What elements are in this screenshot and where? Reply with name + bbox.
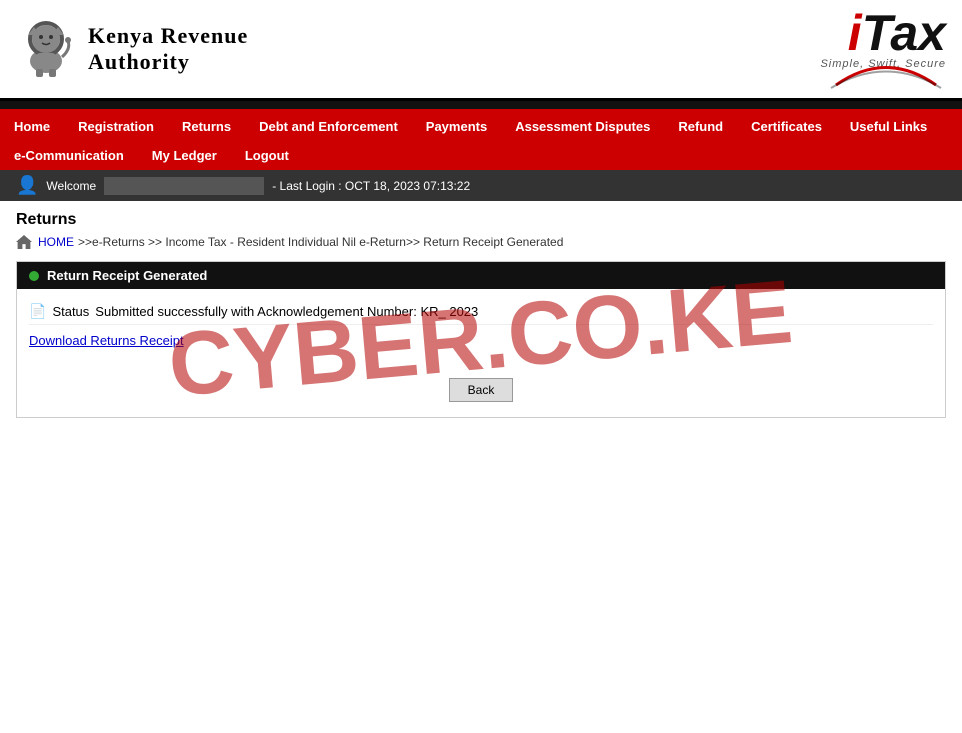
success-row: 📄 Status Submitted successfully with Ack… [29,299,933,325]
receipt-box: CYBER.CO.KE Return Receipt Generated 📄 S… [16,261,946,418]
nav-debt[interactable]: Debt and Enforcement [245,112,412,141]
back-button-row: Back [17,378,945,402]
welcome-prefix: Welcome [46,179,96,193]
nav-assessment[interactable]: Assessment Disputes [501,112,664,141]
nav-ledger[interactable]: My Ledger [138,141,231,170]
itax-i: i [848,5,862,61]
download-receipt-link[interactable]: Download Returns Receipt [29,333,933,348]
kra-lion-icon [16,19,76,79]
nav-payments[interactable]: Payments [412,112,501,141]
content-area: Returns HOME >>e-Returns >> Income Tax -… [0,201,962,428]
nav-useful-links[interactable]: Useful Links [836,112,941,141]
nav-returns[interactable]: Returns [168,112,245,141]
nav-row-2: e-Communication My Ledger Logout [0,141,303,170]
nav-certificates[interactable]: Certificates [737,112,836,141]
nav-row-1: Home Registration Returns Debt and Enfor… [0,112,941,141]
breadcrumb: HOME >>e-Returns >> Income Tax - Residen… [16,235,946,249]
box-header-label: Return Receipt Generated [47,268,207,283]
nav-home[interactable]: Home [0,112,64,141]
itax-logo: iTax Simple, Swift, Secure [820,8,946,90]
breadcrumb-path: >>e-Returns >> Income Tax - Resident Ind… [78,235,563,249]
green-dot-icon [29,271,39,281]
breadcrumb-home[interactable]: HOME [38,235,74,249]
user-icon: 👤 [16,175,38,196]
itax-arc-decoration [826,60,946,90]
kra-title: Kenya Revenue Authority [88,23,248,76]
page-title: Returns [16,211,946,229]
success-label: Status [52,304,89,319]
back-button[interactable]: Back [449,378,514,402]
box-content: 📄 Status Submitted successfully with Ack… [17,289,945,366]
page-header: Kenya Revenue Authority iTax Simple, Swi… [0,0,962,101]
itax-tax: Tax [862,5,946,61]
success-message: Submitted successfully with Acknowledgem… [95,304,478,319]
home-icon [16,235,32,249]
nav-refund[interactable]: Refund [664,112,737,141]
last-login-text: - Last Login : OCT 18, 2023 07:13:22 [272,179,470,193]
nav-logout[interactable]: Logout [231,141,303,170]
username-field[interactable] [104,177,264,195]
status-icon: 📄 [29,303,46,320]
welcome-bar: 👤 Welcome - Last Login : OCT 18, 2023 07… [0,170,962,201]
black-divider [0,101,962,109]
box-header: Return Receipt Generated [17,262,945,289]
itax-brand: iTax [848,8,946,58]
nav-bar: Home Registration Returns Debt and Enfor… [0,112,962,170]
nav-e-comm[interactable]: e-Communication [0,141,138,170]
kra-logo-area: Kenya Revenue Authority [16,19,248,79]
nav-registration[interactable]: Registration [64,112,168,141]
